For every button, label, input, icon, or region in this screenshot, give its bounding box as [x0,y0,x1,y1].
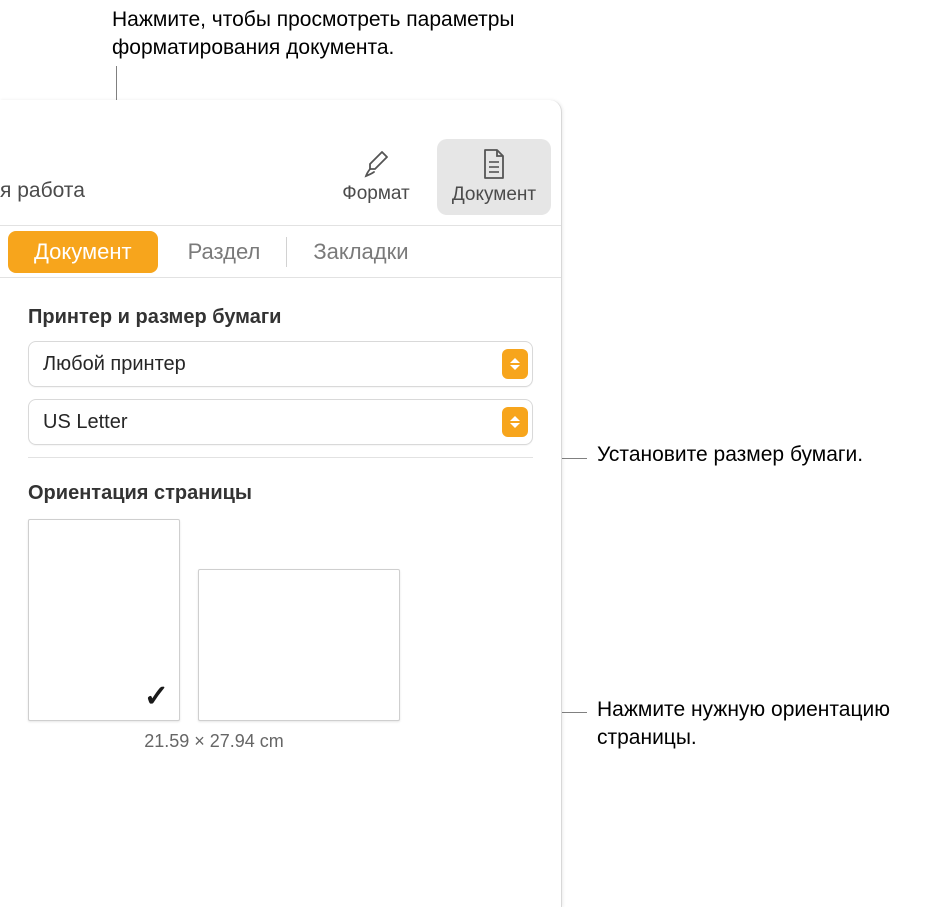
inspector-content: Принтер и размер бумаги Любой принтер US… [0,278,561,752]
orientation-portrait[interactable]: ✓ [28,519,180,721]
paintbrush-icon [361,149,391,179]
page-dimensions-label: 21.59 × 27.94 cm [28,731,400,752]
toolbar-left-truncated-label: я работа [0,179,85,203]
orientation-section-heading: Ориентация страницы [28,482,533,505]
inspector-panel: я работа Формат Документ [0,100,562,907]
printer-section-heading: Принтер и размер бумаги [28,306,533,329]
updown-arrows-icon [502,349,528,379]
callout-paper-size: Установите размер бумаги. [597,441,897,469]
inspector-tabs: Документ Раздел Закладки [0,226,561,278]
callout-orientation: Нажмите нужную ориентацию страницы. [597,696,917,753]
paper-size-dropdown[interactable]: US Letter [28,399,533,445]
document-button[interactable]: Документ [437,139,551,215]
checkmark-icon: ✓ [144,679,169,714]
toolbar: я работа Формат Документ [0,100,561,226]
paper-size-dropdown-value: US Letter [43,411,127,434]
document-icon [480,148,508,180]
document-button-label: Документ [452,184,536,206]
updown-arrows-icon [502,407,528,437]
tab-section[interactable]: Раздел [162,226,287,277]
tab-bookmarks[interactable]: Закладки [287,226,434,277]
callout-document-tab: Нажмите, чтобы просмотреть параметры фор… [112,6,572,63]
printer-dropdown-value: Любой принтер [43,353,186,376]
tab-document[interactable]: Документ [8,231,158,273]
printer-dropdown[interactable]: Любой принтер [28,341,533,387]
section-divider [28,457,533,458]
orientation-options: ✓ [28,519,533,721]
format-button[interactable]: Формат [319,139,433,215]
format-button-label: Формат [342,183,410,205]
toolbar-button-group: Формат Документ [319,139,551,215]
orientation-landscape[interactable] [198,569,400,721]
